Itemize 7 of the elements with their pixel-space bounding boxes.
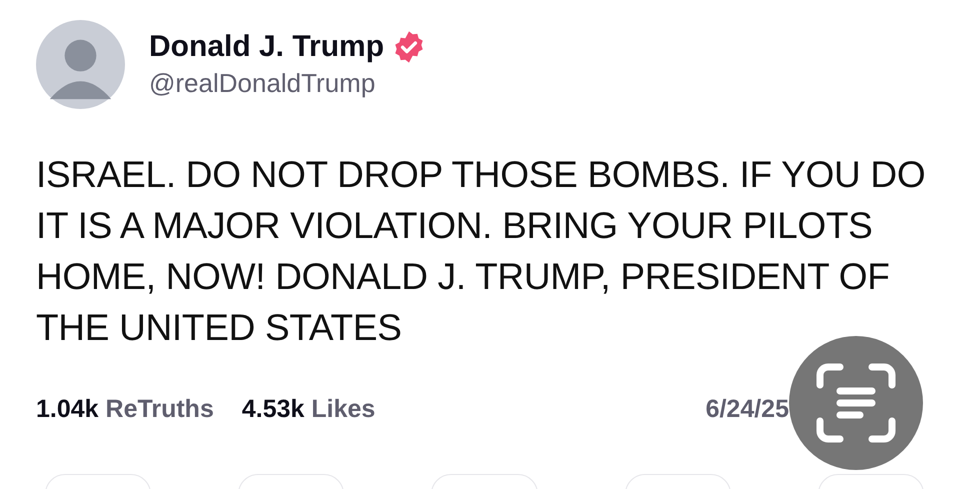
author-handle: @realDonaldTrump [149,68,376,99]
post-date: 6/24/25 [706,395,789,424]
stat-count[interactable]: 1.04k ReTruths [36,395,214,424]
author-name: Donald J. Trump [149,30,384,64]
text-scan-icon [816,363,896,443]
stat-count[interactable]: 4.53k Likes [242,395,376,424]
post-text: ISRAEL. DO NOT DROP THOSE BOMBS. IF YOU DO IT IS A MAJOR VIOLATION. BRING YOUR PILOTS HOME, NOW! DONALD J. TRUMP, PRESIDENT OF THE UNITED STATES [36,153,926,350]
